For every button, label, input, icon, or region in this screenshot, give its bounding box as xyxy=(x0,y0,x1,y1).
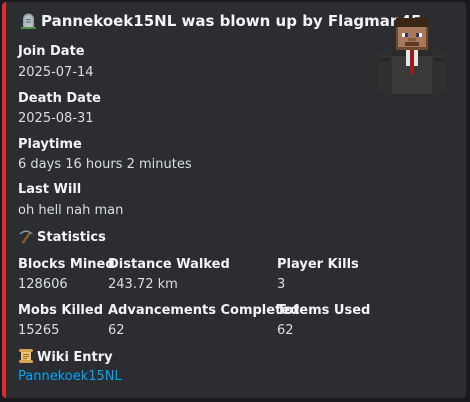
totems-used-value: 62 xyxy=(277,323,294,338)
statistics-heading-text: Statistics xyxy=(37,230,106,245)
player-kills-label: Player Kills xyxy=(277,257,359,272)
blocks-mined-value: 128606 xyxy=(18,277,68,292)
wiki-entry-heading-text: Wiki Entry xyxy=(37,350,113,365)
mobs-killed-value: 15265 xyxy=(18,323,60,338)
wiki-entry-link[interactable]: Pannekoek15NL xyxy=(18,369,122,384)
player-avatar xyxy=(372,14,452,94)
blocks-mined-label: Blocks Mined xyxy=(18,257,115,272)
totems-used-label: Totems Used xyxy=(277,303,371,318)
advancements-label: Advancements Completed xyxy=(108,303,300,318)
distance-walked-label: Distance Walked xyxy=(108,257,230,272)
tombstone-icon xyxy=(20,12,37,29)
join-date-value: 2025-07-14 xyxy=(18,65,94,80)
advancements-value: 62 xyxy=(108,323,125,338)
statistics-heading: Statistics xyxy=(18,228,106,245)
embed-title-text: Pannekoek15NL was blown up by Flagman45 xyxy=(41,12,422,30)
playtime-value: 6 days 16 hours 2 minutes xyxy=(18,157,192,172)
last-will-value: oh hell nah man xyxy=(18,203,124,218)
last-will-label: Last Will xyxy=(18,182,82,197)
death-date-label: Death Date xyxy=(18,91,101,106)
pickaxe-icon xyxy=(18,228,34,244)
death-embed-card: Pannekoek15NL was blown up by Flagman45 xyxy=(2,2,466,398)
scroll-icon xyxy=(18,348,34,364)
embed-title: Pannekoek15NL was blown up by Flagman45 xyxy=(20,12,421,30)
wiki-entry-heading: Wiki Entry xyxy=(18,348,113,365)
playtime-label: Playtime xyxy=(18,137,82,152)
distance-walked-value: 243.72 km xyxy=(108,277,178,292)
death-date-value: 2025-08-31 xyxy=(18,111,94,126)
mobs-killed-label: Mobs Killed xyxy=(18,303,104,318)
join-date-label: Join Date xyxy=(18,44,85,59)
player-kills-value: 3 xyxy=(277,277,286,292)
